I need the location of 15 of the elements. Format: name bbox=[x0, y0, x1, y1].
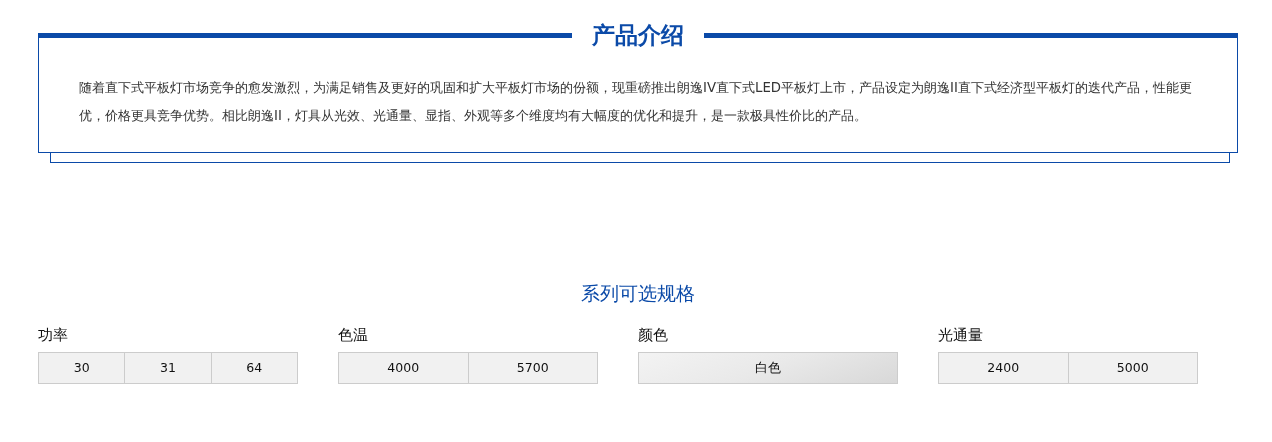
intro-paragraph: 随着直下式平板灯市场竞争的愈发激烈，为满足销售及更好的巩固和扩大平板灯市场的份额，现重磅推出朗逸IV直下式LED平板灯上市，产品设定为朗逸II直下式经济型平板灯的迭代产品，性能更优，价格更具竞争优势。相比朗逸II，灯具从光效、光通量、显指、外观等多个维度均有大幅度的优化和提升，是一款极具性价比的产品。 bbox=[78, 79, 1193, 125]
option-button[interactable]: 白色 bbox=[638, 352, 898, 384]
spec-label: 颜色 bbox=[638, 324, 669, 346]
section-title: 产品介绍 bbox=[572, 21, 704, 49]
section-title: 系列可选规格 bbox=[580, 281, 696, 306]
option-button[interactable]: 2400 bbox=[938, 352, 1069, 384]
option-button[interactable]: 30 bbox=[38, 352, 126, 384]
option-button[interactable]: 64 bbox=[211, 352, 298, 384]
option-button[interactable]: 5700 bbox=[468, 352, 598, 384]
spec-label: 光通量 bbox=[938, 324, 984, 346]
spec-label: 色温 bbox=[338, 324, 369, 346]
spec-label: 功率 bbox=[38, 324, 69, 346]
option-button[interactable]: 31 bbox=[125, 352, 212, 384]
option-button[interactable]: 4000 bbox=[338, 352, 469, 384]
option-button[interactable]: 5000 bbox=[1068, 352, 1198, 384]
